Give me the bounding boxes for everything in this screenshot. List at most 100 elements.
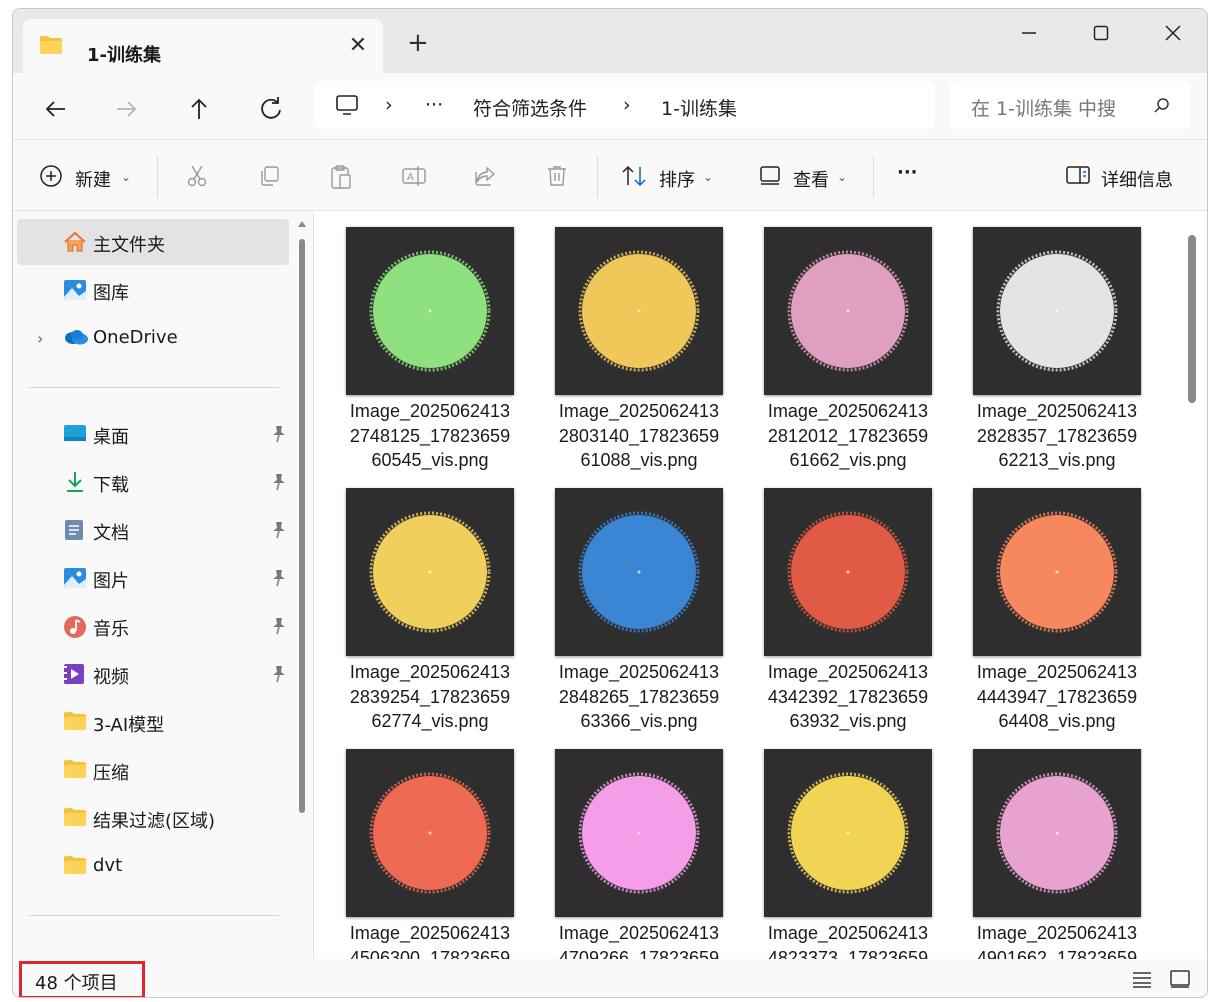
cut-icon[interactable] bbox=[185, 164, 209, 192]
sidebar-item-folder[interactable]: 结果过滤(区域) bbox=[17, 795, 289, 841]
breadcrumb-item[interactable]: 符合筛选条件 bbox=[473, 94, 587, 121]
new-button[interactable]: 新建 bbox=[75, 166, 111, 192]
file-name-line: Image_2025062413 bbox=[349, 662, 511, 682]
image-thumbnail bbox=[555, 749, 723, 917]
sidebar-item-label: OneDrive bbox=[93, 327, 178, 348]
command-bar: 新建 ⌄ A 排序 ⌄ 查看 ⌄ ··· 详细信息 bbox=[13, 139, 1207, 211]
file-name: Image_2025062413 4823373_17823659 bbox=[743, 921, 953, 959]
sidebar-item-music[interactable]: 音乐 bbox=[17, 603, 289, 649]
video-icon bbox=[63, 663, 87, 685]
folder-icon bbox=[63, 855, 87, 877]
tab-title: 1-训练集 bbox=[87, 45, 161, 66]
folder-icon bbox=[63, 711, 87, 733]
file-name-line: Image_2025062413 bbox=[767, 401, 929, 421]
maximize-icon[interactable] bbox=[1081, 23, 1121, 59]
sidebar-item-gallery[interactable]: 图库 bbox=[17, 267, 289, 313]
sidebar-item-desktop[interactable]: 桌面 bbox=[17, 411, 289, 457]
copy-icon[interactable] bbox=[257, 164, 281, 192]
chevron-right-icon[interactable]: › bbox=[37, 329, 43, 348]
pin-icon[interactable] bbox=[271, 473, 287, 495]
toolbar-separator bbox=[873, 156, 874, 198]
file-name-line: 4709266_17823659 bbox=[558, 947, 720, 960]
sidebar-item-videos[interactable]: 视频 bbox=[17, 651, 289, 697]
search-box[interactable]: 在 1-训练集 中搜 bbox=[949, 81, 1190, 129]
sort-icon[interactable] bbox=[621, 164, 647, 192]
details-button[interactable]: 详细信息 bbox=[1101, 166, 1173, 192]
pin-icon[interactable] bbox=[271, 617, 287, 639]
breadcrumb-item[interactable]: 1-训练集 bbox=[661, 94, 737, 121]
sidebar-divider bbox=[29, 915, 279, 916]
breadcrumb-more[interactable]: ··· bbox=[425, 94, 443, 116]
share-icon[interactable] bbox=[473, 164, 497, 192]
view-icon[interactable] bbox=[759, 164, 781, 190]
sidebar-item-downloads[interactable]: 下载 bbox=[17, 459, 289, 505]
image-thumbnail bbox=[555, 488, 723, 656]
pin-icon[interactable] bbox=[271, 425, 287, 447]
file-name-line: 2828357_17823659 bbox=[976, 425, 1138, 446]
close-window-icon[interactable] bbox=[1153, 23, 1193, 59]
forward-icon[interactable] bbox=[111, 93, 143, 125]
details-view-icon[interactable] bbox=[1131, 969, 1153, 993]
sidebar-item-folder[interactable]: 3-AI模型 bbox=[17, 699, 289, 745]
this-pc-icon bbox=[335, 95, 359, 119]
file-name-line: Image_2025062413 bbox=[976, 401, 1138, 421]
pin-icon[interactable] bbox=[271, 569, 287, 591]
file-name: Image_2025062413 4506300_17823659 bbox=[325, 921, 535, 959]
refresh-icon[interactable] bbox=[255, 93, 287, 125]
home-icon bbox=[63, 231, 87, 253]
address-bar[interactable]: › ··· 符合筛选条件 › 1-训练集 bbox=[315, 81, 935, 129]
pin-icon[interactable] bbox=[271, 665, 287, 687]
scroll-up-arrow[interactable] bbox=[298, 221, 306, 227]
sidebar-divider bbox=[29, 387, 279, 388]
delete-icon[interactable] bbox=[545, 164, 569, 192]
file-name-line: Image_2025062413 bbox=[349, 401, 511, 421]
tiles-view-icon[interactable] bbox=[1169, 969, 1191, 993]
file-name-line: Image_2025062413 bbox=[976, 923, 1138, 943]
paste-icon[interactable] bbox=[329, 164, 353, 194]
content-scrollbar[interactable] bbox=[1188, 235, 1196, 403]
folder-icon bbox=[63, 807, 87, 829]
sidebar-item-pictures[interactable]: 图片 bbox=[17, 555, 289, 601]
pictures-icon bbox=[63, 567, 87, 589]
chevron-down-icon[interactable]: ⌄ bbox=[121, 170, 131, 184]
back-icon[interactable] bbox=[39, 93, 71, 125]
rename-icon[interactable]: A bbox=[401, 164, 427, 192]
gallery-icon bbox=[63, 279, 87, 301]
sidebar-item-folder[interactable]: dvt bbox=[17, 843, 289, 889]
file-name: Image_2025062413 2748125_17823659 60545_vi… bbox=[325, 399, 535, 473]
file-grid: Image_2025062413 2748125_17823659 60545_vi… bbox=[313, 211, 1207, 960]
details-pane-icon[interactable] bbox=[1065, 164, 1091, 190]
file-name-line: Image_2025062413 bbox=[558, 923, 720, 943]
close-tab-icon[interactable]: ✕ bbox=[345, 33, 371, 59]
up-icon[interactable] bbox=[183, 93, 215, 125]
status-bar: 48 个项目 bbox=[13, 959, 1207, 997]
sidebar-item-home[interactable]: 主文件夹 bbox=[17, 219, 289, 265]
search-icon bbox=[1153, 97, 1171, 119]
music-icon bbox=[63, 615, 87, 638]
sidebar-item-folder[interactable]: 压缩 bbox=[17, 747, 289, 793]
minimize-icon[interactable] bbox=[1009, 23, 1049, 59]
new-icon[interactable] bbox=[39, 164, 63, 192]
new-tab-icon[interactable]: + bbox=[407, 30, 429, 56]
file-name: Image_2025062413 2812012_17823659 61662_vi… bbox=[743, 399, 953, 473]
chevron-down-icon[interactable]: ⌄ bbox=[837, 170, 847, 184]
pin-icon[interactable] bbox=[271, 521, 287, 543]
sidebar-scrollbar[interactable] bbox=[299, 239, 305, 813]
toolbar-separator bbox=[157, 156, 158, 198]
sidebar-item-onedrive[interactable]: › OneDrive bbox=[17, 315, 289, 361]
file-name: Image_2025062413 2839254_17823659 62774_vi… bbox=[325, 660, 535, 734]
file-name: Image_2025062413 4443947_17823659 64408_vi… bbox=[952, 660, 1162, 734]
file-name-line: 2748125_17823659 bbox=[349, 425, 511, 446]
view-button[interactable]: 查看 bbox=[793, 166, 829, 192]
sort-button[interactable]: 排序 bbox=[659, 166, 695, 192]
more-options-button[interactable]: ··· bbox=[897, 162, 918, 183]
sidebar-item-label: 音乐 bbox=[93, 619, 129, 640]
tab-current-folder[interactable]: 1-训练集 ✕ bbox=[23, 19, 383, 73]
search-placeholder: 在 1-训练集 中搜 bbox=[971, 98, 1117, 120]
file-name: Image_2025062413 2848265_17823659 63366_vi… bbox=[534, 660, 744, 734]
file-name-line: 4823373_17823659 bbox=[767, 947, 929, 960]
chevron-down-icon[interactable]: ⌄ bbox=[703, 170, 713, 184]
image-thumbnail bbox=[764, 749, 932, 917]
sidebar-item-documents[interactable]: 文档 bbox=[17, 507, 289, 553]
navigation-bar: › ··· 符合筛选条件 › 1-训练集 在 1-训练集 中搜 bbox=[13, 73, 1207, 139]
